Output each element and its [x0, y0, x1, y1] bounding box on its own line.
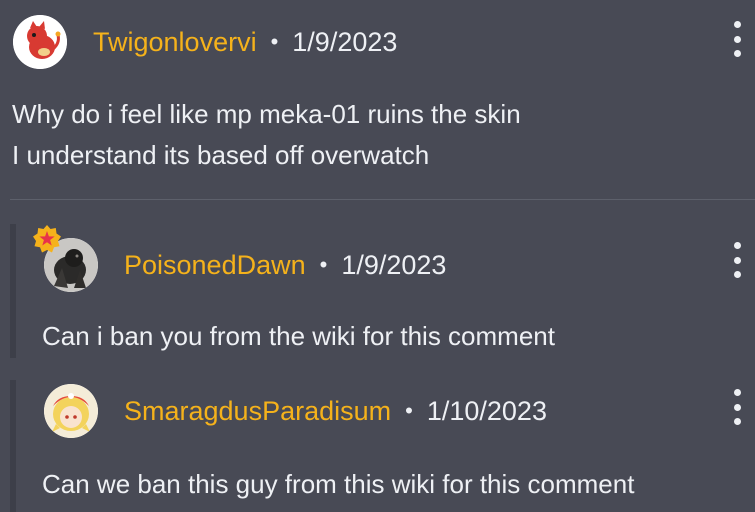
kebab-menu-icon[interactable] — [731, 389, 743, 425]
user-avatar[interactable] — [13, 15, 67, 69]
separator-dot: • — [319, 252, 328, 277]
reply-date: 1/10/2023 — [426, 395, 547, 426]
admin-star-badge-icon — [33, 225, 61, 253]
comment-header: Twigonlovervi • 1/9/2023 — [13, 15, 397, 69]
kebab-menu-icon[interactable] — [731, 242, 743, 278]
separator-dot: • — [270, 29, 279, 54]
reply-body: Can i ban you from the wiki for this com… — [42, 321, 555, 351]
blonde-character-avatar-icon — [44, 384, 98, 438]
kebab-menu-icon[interactable] — [731, 21, 743, 57]
comment-date: 1/9/2023 — [292, 26, 398, 57]
comment-thread: Twigonlovervi • 1/9/2023 Why do i feel l… — [0, 0, 755, 512]
user-avatar[interactable] — [44, 384, 98, 438]
reply-body: Can we ban this guy from this wiki for t… — [42, 469, 635, 499]
comment-body: Why do i feel like mp meka-01 ruins the … — [12, 94, 521, 176]
reply-header: SmaragdusParadisum • 1/10/2023 — [44, 384, 547, 438]
reply-thread-bar — [10, 380, 16, 512]
reply-header: PoisonedDawn • 1/9/2023 — [44, 238, 446, 292]
username[interactable]: SmaragdusParadisum — [124, 396, 391, 427]
username[interactable]: PoisonedDawn — [124, 250, 306, 281]
comment-line: I understand its based off overwatch — [12, 140, 430, 170]
username[interactable]: Twigonlovervi — [93, 27, 257, 58]
divider — [10, 199, 755, 200]
separator-dot: • — [405, 398, 413, 423]
reply-thread-bar — [10, 224, 16, 358]
comment-line: Why do i feel like mp meka-01 ruins the … — [12, 99, 521, 129]
red-creature-avatar-icon — [13, 15, 67, 69]
reply-date: 1/9/2023 — [341, 249, 447, 280]
